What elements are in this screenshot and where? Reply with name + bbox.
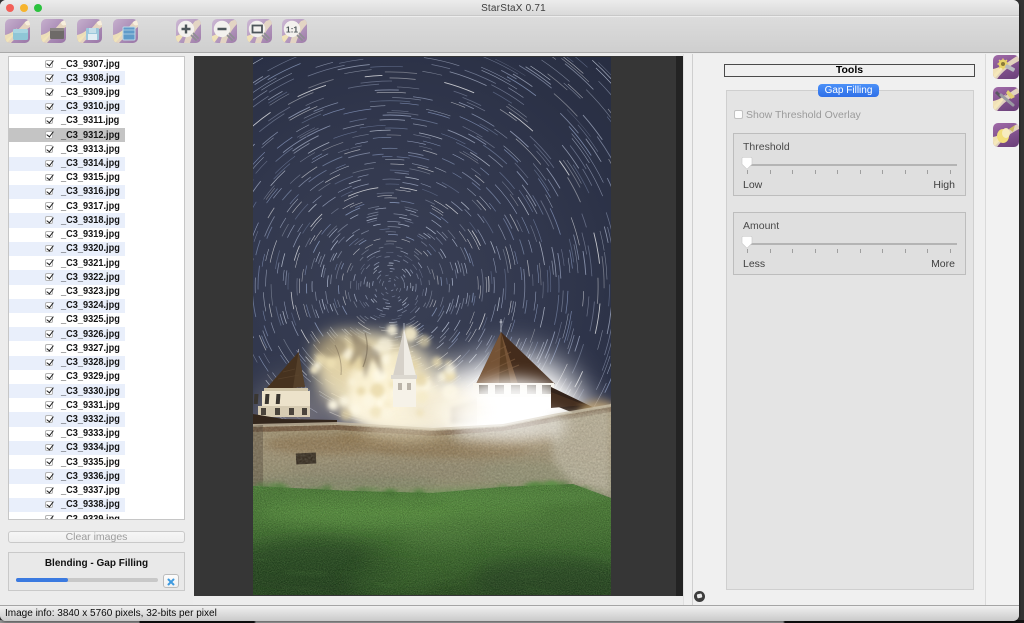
svg-text:1:1: 1:1	[286, 25, 299, 35]
